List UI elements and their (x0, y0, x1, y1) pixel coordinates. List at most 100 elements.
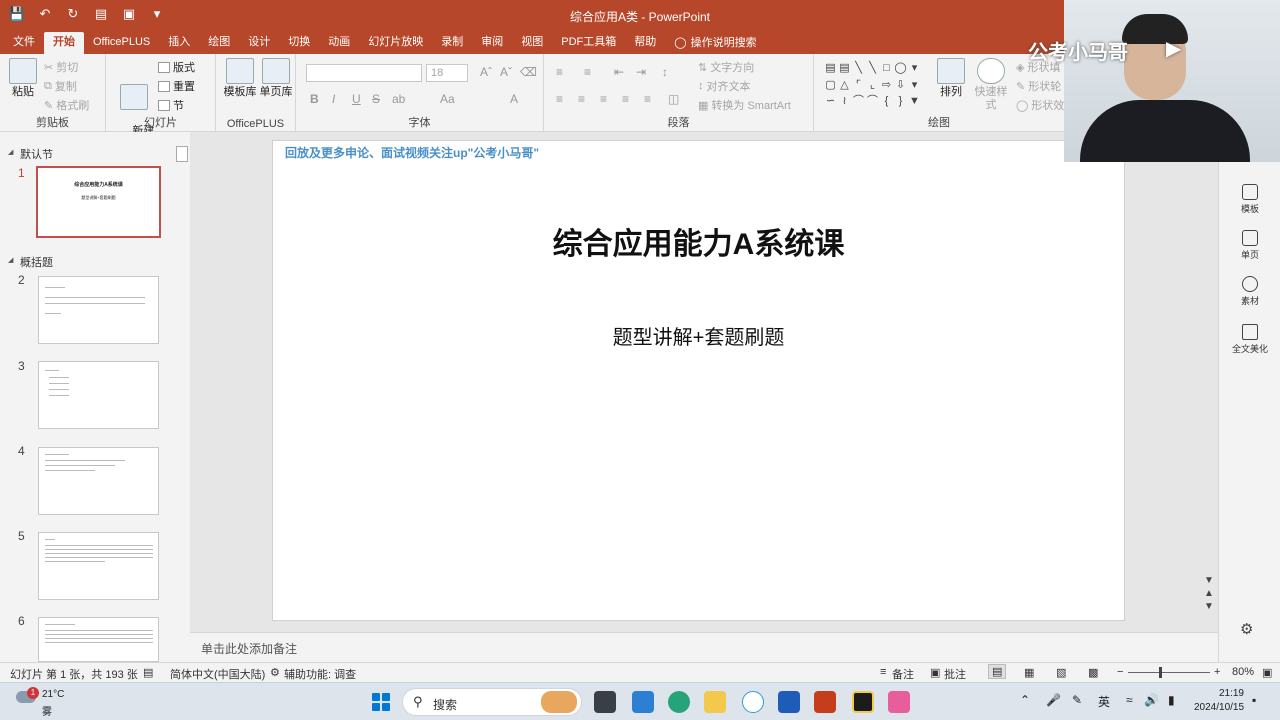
recorder-icon[interactable] (852, 691, 874, 713)
notes-toggle-icon[interactable]: ≡ (880, 666, 886, 678)
zoom-in-icon[interactable]: + (1214, 666, 1220, 678)
file-explorer-icon[interactable] (704, 691, 726, 713)
align-text-button[interactable]: ↕ 对齐文本 (698, 78, 751, 94)
distribute-icon[interactable]: ≡ (644, 92, 651, 106)
notes-toggle-button[interactable]: 备注 (892, 666, 914, 682)
scroll-down-icon[interactable]: ▼ (1202, 574, 1216, 587)
arrow-down-shape-icon[interactable]: ⇩ (894, 79, 907, 94)
tab-pdf-toolbox[interactable]: PDF工具箱 (552, 32, 625, 54)
store-icon[interactable] (632, 691, 654, 713)
wifi-icon[interactable]: ≈ (1126, 693, 1133, 707)
shapes-gallery[interactable]: ▤ ▤ ╲ ╲ □ ◯ ▾ ▢ △ ⌜ ⌞ ⇨ ⇩ ▾ ∽ ≀ ⌒ ⌒ { } … (824, 62, 924, 110)
rectangle-shape-icon[interactable]: □ (880, 62, 893, 77)
slide-thumbnail-2[interactable] (38, 276, 159, 344)
slide-banner-text[interactable]: 回放及更多申论、面试视频关注up"公考小马哥" (285, 144, 539, 161)
word-icon[interactable] (778, 691, 800, 713)
notification-center-icon[interactable]: ▪ (1252, 693, 1256, 707)
italic-button[interactable]: I (332, 92, 335, 106)
font-size-input[interactable]: 18 (426, 64, 468, 82)
curve-shape-icon[interactable]: ≀ (838, 95, 851, 110)
slide-thumbnail-5[interactable] (38, 532, 159, 600)
taskbar-search[interactable]: ⚲ 搜索 (402, 688, 582, 716)
convert-smartart-button[interactable]: ▦ 转换为 SmartArt (698, 97, 791, 113)
slide-thumbnail-6[interactable] (38, 617, 159, 662)
bold-button[interactable]: B (310, 92, 319, 106)
thumbnail-scrollbar[interactable] (175, 146, 189, 662)
template-library-button[interactable]: 模板库 (222, 58, 258, 99)
accessibility-icon[interactable]: ⚙ (270, 666, 280, 679)
font-name-input[interactable] (306, 64, 422, 82)
elbow-shape-icon[interactable]: ⌜ (852, 79, 865, 94)
clear-format-icon[interactable]: ⌫ (520, 65, 537, 79)
shrink-font-icon[interactable]: Aˇ (500, 65, 512, 79)
cut-button[interactable]: ✂ 剪切 (44, 59, 78, 75)
scrollbar-thumb[interactable] (176, 146, 188, 162)
textbox-shape-icon[interactable]: ▤ (824, 62, 837, 77)
notes-pane[interactable]: 单击此处添加备注 (190, 632, 1218, 662)
align-left-icon[interactable]: ≡ (556, 92, 563, 106)
accessibility-status[interactable]: 辅助功能: 调查 (284, 666, 356, 682)
format-painter-button[interactable]: ✎ 格式刷 (44, 97, 89, 113)
sidepane-beautify[interactable]: 全文美化 (1219, 324, 1280, 355)
normal-view-icon[interactable]: ▤ (988, 664, 1007, 679)
comments-icon[interactable]: ▣ (930, 666, 940, 679)
arc2-shape-icon[interactable]: ⌒ (866, 95, 879, 110)
more-shapes-icon[interactable]: ▾ (908, 62, 921, 77)
current-slide[interactable]: 回放及更多申论、面试视频关注up"公考小马哥" 综合应用能力A系统课 题型讲解+… (272, 140, 1125, 621)
app-icon[interactable] (888, 691, 910, 713)
arc-shape-icon[interactable]: ⌒ (852, 95, 865, 110)
gear-icon[interactable]: ⚙ (1240, 620, 1253, 638)
indent-increase-icon[interactable]: ⇥ (636, 65, 646, 79)
arrange-button[interactable]: 排列 (936, 58, 966, 99)
single-page-library-button[interactable]: 单页库 (258, 58, 294, 99)
char-spacing-button[interactable]: ab (392, 92, 405, 106)
oval-shape-icon[interactable]: ◯ (894, 62, 907, 77)
next-slide-icon[interactable]: ▼ (1202, 600, 1216, 613)
sidepane-template[interactable]: 模板 (1219, 184, 1280, 215)
zoom-level[interactable]: 80% (1232, 666, 1254, 678)
task-view-icon[interactable] (594, 691, 616, 713)
grow-font-icon[interactable]: Aˆ (480, 65, 492, 79)
zoom-slider-thumb[interactable] (1159, 667, 1162, 678)
language-indicator[interactable]: 简体中文(中国大陆) (170, 666, 265, 682)
section-summary[interactable]: 概括题 (8, 254, 53, 270)
fit-to-window-icon[interactable]: ▣ (1262, 666, 1272, 679)
powerpoint-icon[interactable] (814, 691, 836, 713)
comments-button[interactable]: 批注 (944, 666, 966, 682)
volume-icon[interactable]: 🔊 (1144, 693, 1159, 707)
tab-help[interactable]: 帮助 (625, 32, 665, 54)
line-spacing-icon[interactable]: ↕ (662, 65, 668, 79)
slide-sorter-icon[interactable]: ▦ (1024, 666, 1034, 679)
brace-left-shape-icon[interactable]: { (880, 95, 893, 110)
numbering-icon[interactable]: ≡ (584, 65, 591, 79)
tab-file[interactable]: 文件 (4, 32, 44, 54)
spellcheck-icon[interactable]: ▤ (143, 666, 153, 679)
connector-shape-icon[interactable]: ⌞ (866, 79, 879, 94)
tab-design[interactable]: 设计 (239, 32, 279, 54)
tell-me-search[interactable]: ◯ 操作说明搜索 (665, 32, 765, 54)
brace-right-shape-icon[interactable]: } (894, 95, 907, 110)
justify-icon[interactable]: ≡ (622, 92, 629, 106)
battery-icon[interactable]: ▮ (1168, 693, 1175, 707)
tab-review[interactable]: 审阅 (472, 32, 512, 54)
change-case-button[interactable]: Aa (440, 92, 455, 106)
ime-indicator[interactable]: 英 (1098, 693, 1110, 710)
wps-icon[interactable] (742, 691, 764, 713)
tab-insert[interactable]: 插入 (159, 32, 199, 54)
tab-transitions[interactable]: 切换 (279, 32, 319, 54)
section-default[interactable]: 默认节 (8, 146, 53, 162)
expand-shapes-icon[interactable]: ▼ (908, 95, 921, 110)
arrow-right-shape-icon[interactable]: ⇨ (880, 79, 893, 94)
slide-thumbnail-4[interactable] (38, 447, 159, 515)
sidepane-single-page[interactable]: 单页 (1219, 230, 1280, 261)
layout-button[interactable]: 版式 (158, 59, 195, 75)
line-shape-icon[interactable]: ╲ (852, 62, 865, 77)
copy-button[interactable]: ⧉ 复制 (44, 78, 77, 94)
section-button[interactable]: 节 (158, 97, 184, 113)
rounded-rect-shape-icon[interactable]: ▢ (824, 79, 837, 94)
underline-button[interactable]: U (352, 92, 361, 106)
text-direction-button[interactable]: ⇅ 文字方向 (698, 59, 754, 75)
tab-slideshow[interactable]: 幻灯片放映 (359, 32, 432, 54)
zoom-out-icon[interactable]: − (1117, 666, 1123, 678)
chevron-up-icon[interactable]: ⌃ (1020, 693, 1030, 707)
